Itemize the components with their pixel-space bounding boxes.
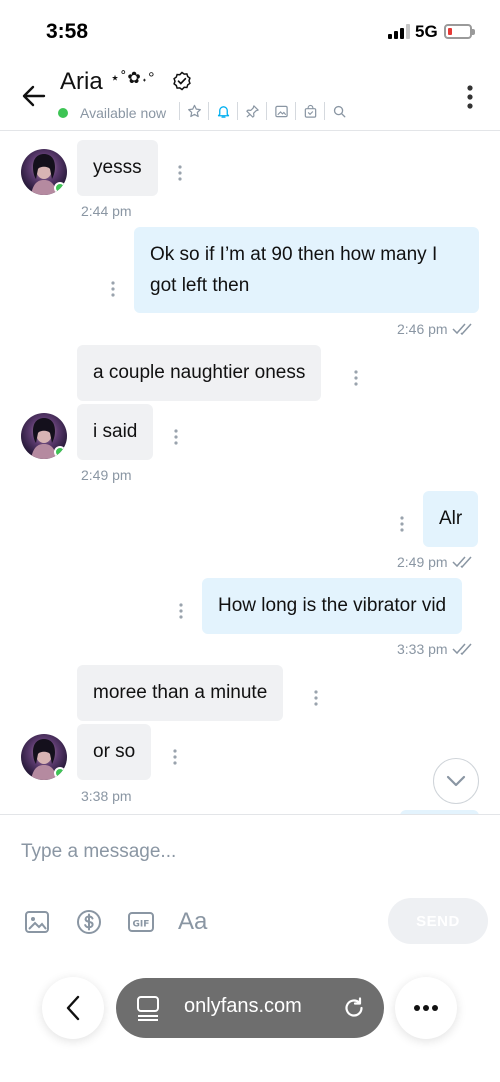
network-label: 5G — [415, 22, 438, 41]
more-options-button[interactable] — [460, 84, 480, 110]
text-format-button[interactable]: Aa — [178, 907, 207, 937]
svg-text:GIF: GIF — [133, 920, 150, 930]
bag-icon — [304, 104, 316, 118]
message-timestamp: 2:46 pm — [397, 321, 476, 337]
message-bubble-incoming[interactable]: i said — [77, 404, 154, 460]
pin-icon — [245, 104, 259, 118]
message-bubble-outgoing[interactable]: Ok so if I’m at 90 then how many I got l… — [134, 227, 479, 313]
favorite-button[interactable] — [185, 102, 203, 120]
message-composer: Type a message... GIF Aa SEND — [0, 814, 500, 964]
signal-icon — [388, 24, 410, 39]
back-button[interactable] — [18, 80, 50, 112]
more-horizontal-icon — [414, 1005, 438, 1011]
online-indicator — [54, 446, 66, 458]
notifications-button[interactable] — [214, 102, 232, 120]
verified-icon — [173, 71, 191, 91]
message-list[interactable]: yesss 2:44 pm Ok so if I’m at 90 then ho… — [0, 132, 500, 814]
avatar[interactable] — [21, 149, 67, 195]
reload-icon[interactable] — [342, 996, 366, 1020]
message-bubble-incoming[interactable]: moree than a minute — [77, 665, 284, 721]
dollar-icon — [77, 910, 101, 934]
message-input[interactable]: Type a message... — [21, 841, 176, 863]
message-options-icon[interactable] — [311, 688, 321, 708]
message-options-icon[interactable] — [176, 601, 186, 621]
message-bubble-incoming[interactable]: or so — [77, 724, 152, 780]
message-timestamp: 2:49 pm — [81, 467, 132, 483]
message-timestamp: 2:49 pm — [397, 554, 476, 570]
status-time: 3:58 — [46, 20, 89, 43]
more-vertical-icon — [467, 85, 473, 109]
message-options-icon[interactable] — [351, 368, 361, 388]
contact-name-decoration: ⋆˚✿˖° — [110, 70, 156, 87]
message-options-icon[interactable] — [175, 163, 185, 183]
chevron-down-icon — [446, 775, 466, 787]
message-timestamp: 2:44 pm — [81, 203, 132, 219]
read-checkmarks-icon — [452, 556, 472, 569]
message-timestamp: 3:38 pm — [81, 788, 132, 804]
search-icon — [333, 105, 345, 117]
bell-icon — [217, 105, 229, 118]
presence-text: Available now — [80, 105, 167, 121]
online-indicator — [54, 767, 66, 779]
gif-icon: GIF — [128, 912, 154, 932]
message-options-icon[interactable] — [397, 514, 407, 534]
browser-toolbar: onlyfans.com — [0, 964, 500, 1082]
presence-status: Available now — [58, 105, 166, 121]
purchases-button[interactable] — [301, 102, 319, 120]
tabs-icon — [137, 996, 159, 1021]
search-button[interactable] — [330, 102, 348, 120]
message-bubble-outgoing[interactable]: How long is the vibrator vid — [202, 578, 463, 634]
browser-back-button[interactable] — [42, 977, 104, 1039]
battery-icon — [444, 24, 475, 39]
browser-more-button[interactable] — [395, 977, 457, 1039]
chevron-left-icon — [66, 995, 80, 1021]
contact-name[interactable]: Aria — [60, 68, 103, 96]
pin-button[interactable] — [243, 102, 261, 120]
avatar[interactable] — [21, 413, 67, 459]
online-indicator — [54, 182, 66, 194]
media-button[interactable] — [272, 102, 290, 120]
message-bubble-incoming[interactable]: yesss — [77, 140, 158, 196]
message-bubble-incoming[interactable]: a couple naughtier oness — [77, 345, 322, 401]
chat-header: Aria ⋆˚✿˖° Available now — [0, 58, 500, 131]
tip-button[interactable] — [74, 907, 104, 937]
message-options-icon[interactable] — [171, 427, 181, 447]
status-bar: 3:58 5G — [0, 0, 500, 56]
address-url: onlyfans.com — [184, 995, 302, 1017]
image-icon — [274, 105, 288, 117]
image-icon — [25, 911, 49, 933]
online-dot — [58, 108, 68, 118]
star-icon — [187, 104, 201, 117]
message-bubble-outgoing[interactable]: Alr — [423, 491, 479, 547]
scroll-to-bottom-button[interactable] — [433, 758, 479, 804]
back-arrow-icon — [22, 85, 46, 107]
send-button[interactable]: SEND — [388, 898, 488, 944]
read-checkmarks-icon — [452, 643, 472, 656]
message-timestamp: 3:33 pm — [397, 641, 476, 657]
message-options-icon[interactable] — [170, 747, 180, 767]
gif-button[interactable]: GIF — [126, 907, 156, 937]
header-actions — [174, 102, 348, 120]
address-bar[interactable]: onlyfans.com — [116, 978, 384, 1038]
message-options-icon[interactable] — [108, 279, 118, 299]
avatar[interactable] — [21, 734, 67, 780]
composer-tools: GIF Aa — [22, 907, 207, 937]
read-checkmarks-icon — [452, 323, 472, 336]
attach-media-button[interactable] — [22, 907, 52, 937]
